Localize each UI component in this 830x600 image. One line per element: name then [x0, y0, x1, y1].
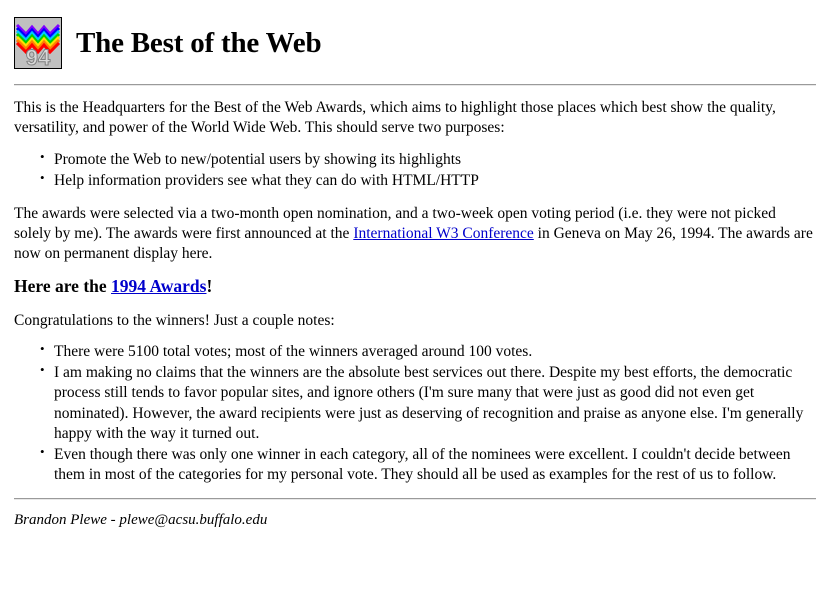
1994-awards-link[interactable]: 1994 Awards: [111, 276, 206, 296]
document-body: 94 The Best of the Web This is the Headq…: [0, 0, 830, 531]
list-item: Even though there was only one winner in…: [40, 444, 816, 485]
list-item: Help information providers see what they…: [40, 170, 816, 191]
selection-paragraph: The awards were selected via a two-month…: [14, 204, 816, 264]
svg-text:94: 94: [26, 45, 51, 68]
notes-lead-paragraph: Congratulations to the winners! Just a c…: [14, 311, 335, 329]
author-signature: Brandon Plewe - plewe@acsu.buffalo.edu: [14, 512, 268, 529]
page-header: 94 The Best of the Web: [14, 12, 816, 74]
international-w3-conference-link[interactable]: International W3 Conference: [353, 225, 533, 242]
footer-divider: [14, 498, 816, 501]
best-of-web-award-logo-icon: 94: [14, 17, 62, 69]
intro-paragraph: This is the Headquarters for the Best of…: [14, 99, 776, 137]
list-item: Promote the Web to new/potential users b…: [40, 149, 816, 170]
header-divider: [14, 84, 816, 86]
page-title: The Best of the Web: [76, 26, 322, 59]
awards-heading-suffix: !: [206, 275, 213, 296]
list-item: I am making no claims that the winners a…: [40, 362, 816, 444]
notes-list: There were 5100 total votes; most of the…: [14, 341, 816, 485]
awards-heading-prefix: Here are the: [14, 275, 112, 296]
purposes-list: Promote the Web to new/potential users b…: [14, 149, 816, 191]
awards-heading: Here are the 1994 Awards!: [14, 276, 816, 297]
list-item: There were 5100 total votes; most of the…: [40, 341, 816, 362]
